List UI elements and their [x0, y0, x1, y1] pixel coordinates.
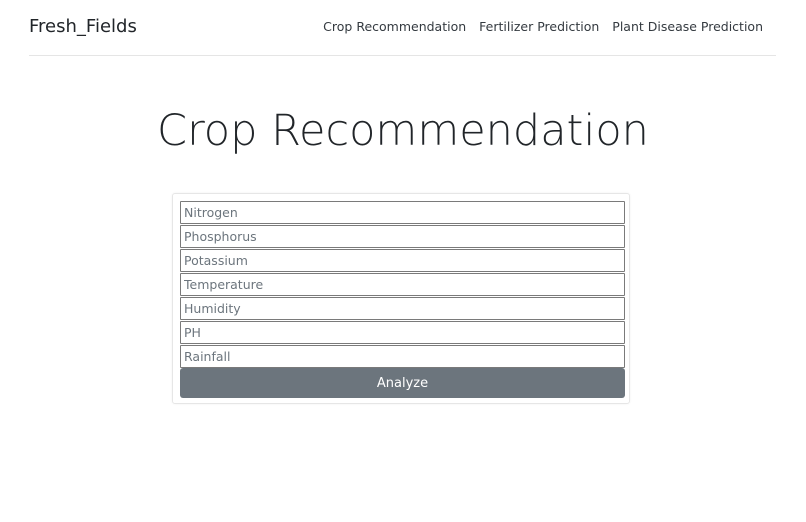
- brand-link[interactable]: Fresh_Fields: [29, 16, 137, 38]
- analyze-button[interactable]: Analyze: [180, 368, 625, 398]
- ph-input[interactable]: [180, 321, 625, 344]
- nitrogen-input[interactable]: [180, 201, 625, 224]
- nav-link-plant-disease-prediction[interactable]: Plant Disease Prediction: [612, 19, 763, 35]
- nav-links: Crop Recommendation Fertilizer Predictio…: [323, 19, 763, 35]
- rainfall-input[interactable]: [180, 345, 625, 368]
- phosphorus-input[interactable]: [180, 225, 625, 248]
- humidity-input[interactable]: [180, 297, 625, 320]
- temperature-input[interactable]: [180, 273, 625, 296]
- crop-form: Analyze: [172, 193, 630, 404]
- nav-link-fertilizer-prediction[interactable]: Fertilizer Prediction: [479, 19, 599, 35]
- navbar: Fresh_Fields Crop Recommendation Fertili…: [29, 0, 776, 56]
- page-title: Crop Recommendation: [157, 106, 649, 156]
- potassium-input[interactable]: [180, 249, 625, 272]
- nav-link-crop-recommendation[interactable]: Crop Recommendation: [323, 19, 466, 35]
